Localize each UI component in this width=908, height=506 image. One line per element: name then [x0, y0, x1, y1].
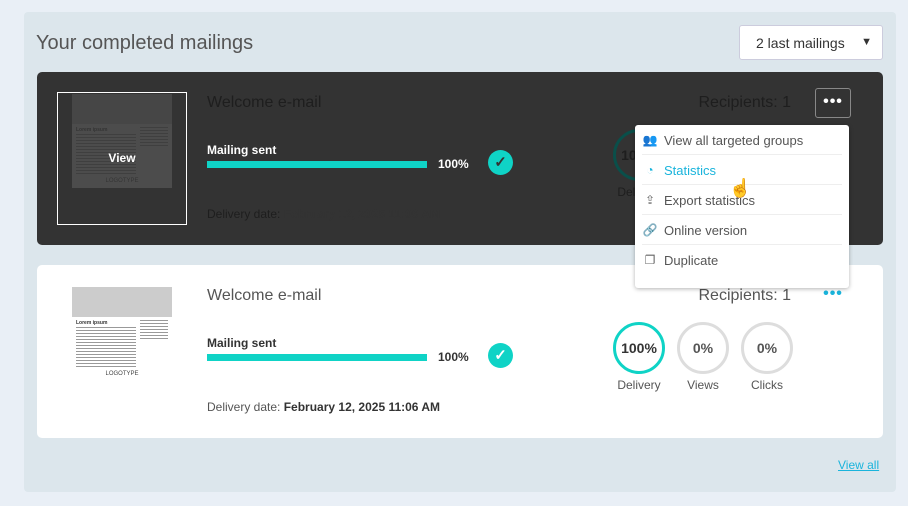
thumb-logo: LOGOTYPE [105, 371, 139, 377]
menu-item-duplicate[interactable]: ❐ Duplicate [642, 245, 842, 275]
mailings-filter-select[interactable]: 2 last mailings ▼ [739, 25, 883, 60]
menu-item-online-version[interactable]: 🔗 Online version [642, 215, 842, 245]
more-options-button[interactable]: ••• [815, 88, 851, 118]
users-icon: 👥 [642, 133, 658, 147]
mailing-name: Welcome e-mail [207, 287, 322, 304]
stat-delivery: 100%Delivery [613, 322, 665, 392]
status-label: Mailing sent [207, 143, 277, 157]
progress-bar [207, 161, 427, 168]
view-label: View [108, 151, 136, 165]
stat-clicks: 0% Clicks [741, 322, 793, 392]
copy-icon: ❐ [644, 253, 656, 267]
check-icon: ✓ [488, 150, 513, 175]
view-all-link[interactable]: View all [838, 458, 879, 472]
dropdown-arrow-icon: ▼ [861, 36, 872, 48]
stat-views: 0% Views [677, 322, 729, 392]
pie-chart-icon: ◔ [646, 163, 654, 177]
view-button[interactable]: View [57, 92, 187, 225]
mailing-card: Lorem ipsum LOGOTYPE Welcome e-mail Maili… [37, 265, 883, 438]
link-icon: 🔗 [642, 223, 658, 237]
check-icon: ✓ [488, 343, 513, 368]
email-thumbnail[interactable]: Lorem ipsum LOGOTYPE [72, 287, 172, 381]
recipients-count: Recipients: 1 [698, 94, 792, 111]
filter-value: 2 last mailings [756, 35, 845, 51]
page-title: Your completed mailings [36, 32, 254, 54]
thumb-heading: Lorem ipsum [76, 320, 108, 326]
options-menu: 👥 View all targeted groups ◔ Statistics ⇪ E… [635, 125, 849, 288]
menu-item-view-groups[interactable]: 👥 View all targeted groups [642, 125, 842, 155]
status-label: Mailing sent [207, 336, 277, 350]
export-icon: ⇪ [644, 193, 656, 207]
delivery-date: Delivery date: February 12, 2025 11:06 A… [207, 207, 441, 221]
progress-bar [207, 354, 427, 361]
progress-percent: 100% [438, 157, 469, 171]
delivery-date: Delivery date: February 12, 2025 11:06 A… [207, 400, 441, 414]
mailing-name: Welcome e-mail [207, 94, 322, 111]
hand-cursor-icon: ☝ [729, 178, 752, 198]
recipients-count: Recipients: 1 [698, 287, 792, 304]
progress-percent: 100% [438, 350, 469, 364]
